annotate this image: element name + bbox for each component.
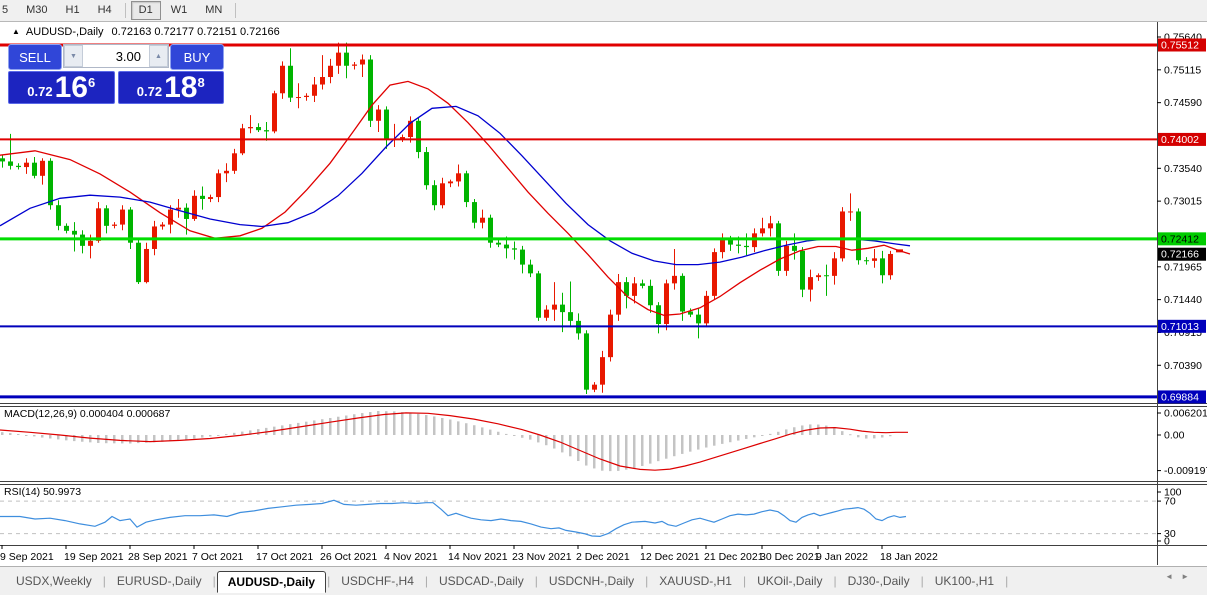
price-badge-0.69884: 0.69884 xyxy=(1158,390,1206,404)
tab-separator: | xyxy=(424,574,429,588)
chart-window: MACD(12,26,9) 0.000404 0.000687 RSI(14) 5… xyxy=(0,22,1207,566)
sell-price-big: 16 xyxy=(54,71,88,104)
svg-text:0.74590: 0.74590 xyxy=(1164,97,1202,109)
svg-text:18 Jan 2022: 18 Jan 2022 xyxy=(880,551,938,563)
collapse-triangle-icon[interactable]: ▲ xyxy=(12,27,20,36)
svg-text:0.71440: 0.71440 xyxy=(1164,294,1202,306)
svg-text:RSI(14) 50.9973: RSI(14) 50.9973 xyxy=(4,486,81,498)
svg-text:17 Oct 2021: 17 Oct 2021 xyxy=(256,551,313,563)
symbol-tab-bar: USDX,Weekly | EURUSD-,Daily | AUDUSD-,Daily |… xyxy=(0,566,1207,595)
svg-text:2 Dec 2021: 2 Dec 2021 xyxy=(576,551,630,563)
svg-text:0.74002: 0.74002 xyxy=(1161,134,1199,146)
volume-decrease-button[interactable]: ▼ xyxy=(64,45,83,67)
tab-eurusd-daily[interactable]: EURUSD-,Daily xyxy=(107,571,212,591)
svg-text:30 Dec 2021: 30 Dec 2021 xyxy=(760,551,820,563)
buy-price-big: 18 xyxy=(164,71,198,104)
svg-text:0.69884: 0.69884 xyxy=(1161,391,1199,403)
svg-text:0.71965: 0.71965 xyxy=(1164,261,1202,273)
tab-uk100-h1[interactable]: UK100-,H1 xyxy=(925,571,1004,591)
tab-separator: | xyxy=(920,574,924,588)
svg-text:0.72412: 0.72412 xyxy=(1161,233,1199,245)
one-click-trade-panel: SELL ▼ 3.00 ▲ BUY 0.72 16 6 0.72 18 8 xyxy=(8,44,224,104)
buy-button[interactable]: BUY xyxy=(170,44,224,70)
chart-symbol-label: AUDUSD-,Daily xyxy=(25,26,104,38)
svg-text:0.73540: 0.73540 xyxy=(1164,163,1202,175)
tab-separator: | xyxy=(1005,574,1009,588)
svg-text:0.75512: 0.75512 xyxy=(1161,40,1199,52)
tab-separator: | xyxy=(212,574,216,588)
timeframe-button-d1[interactable]: D1 xyxy=(130,1,161,20)
svg-text:26 Oct 2021: 26 Oct 2021 xyxy=(320,551,377,563)
toolbar-separator xyxy=(124,3,126,18)
timeframe-button-5[interactable]: 5 xyxy=(0,1,16,20)
svg-text:MACD(12,26,9) 0.000404 0.00068: MACD(12,26,9) 0.000404 0.000687 xyxy=(4,408,171,420)
tab-scroll-right-icon[interactable]: ► xyxy=(1181,572,1197,581)
svg-text:-0.009197: -0.009197 xyxy=(1164,465,1207,477)
timeframe-toolbar: 5 M30 H1 H4 D1 W1 MN xyxy=(0,0,1207,22)
tab-separator: | xyxy=(645,574,649,588)
svg-text:23 Nov 2021: 23 Nov 2021 xyxy=(512,551,572,563)
tab-usdx-weekly[interactable]: USDX,Weekly xyxy=(6,571,102,591)
svg-text:0.006201: 0.006201 xyxy=(1164,408,1207,420)
tab-usdchf-h4[interactable]: USDCHF-,H4 xyxy=(331,571,424,591)
sell-price-pipette: 6 xyxy=(87,75,96,90)
price-badge-0.71013: 0.71013 xyxy=(1158,319,1206,333)
price-badge-0.75512: 0.75512 xyxy=(1158,38,1206,52)
svg-text:0.71013: 0.71013 xyxy=(1161,321,1199,333)
sell-price-display[interactable]: 0.72 16 6 xyxy=(8,71,115,104)
sell-price-prefix: 0.72 xyxy=(27,84,53,99)
buy-price-display[interactable]: 0.72 18 8 xyxy=(117,71,224,104)
svg-text:0.73015: 0.73015 xyxy=(1164,196,1202,208)
mt4-trading-platform: { "toolbar": { "timeframes": ["5", "M30"… xyxy=(0,0,1207,595)
timeframe-button-h1[interactable]: H1 xyxy=(58,1,88,20)
tab-separator: | xyxy=(327,574,331,588)
buy-price-prefix: 0.72 xyxy=(136,84,163,99)
tab-separator: | xyxy=(534,574,538,588)
svg-text:9 Jan 2022: 9 Jan 2022 xyxy=(816,551,868,563)
svg-text:0.75115: 0.75115 xyxy=(1164,64,1201,76)
tab-separator: | xyxy=(833,574,837,588)
price-badge-0.72166: 0.72166 xyxy=(1158,247,1206,261)
svg-text:12 Dec 2021: 12 Dec 2021 xyxy=(640,551,700,563)
svg-text:28 Sep 2021: 28 Sep 2021 xyxy=(128,551,188,563)
tab-usdcad-daily[interactable]: USDCAD-,Daily xyxy=(429,571,534,591)
svg-text:0.00: 0.00 xyxy=(1164,430,1185,442)
toolbar-separator xyxy=(235,3,237,18)
tab-separator: | xyxy=(102,574,106,588)
svg-text:7 Oct 2021: 7 Oct 2021 xyxy=(192,551,244,563)
svg-text:0.72166: 0.72166 xyxy=(1161,249,1199,261)
tab-audusd-daily[interactable]: AUDUSD-,Daily xyxy=(216,570,327,593)
buy-price-pipette: 8 xyxy=(197,75,205,90)
timeframe-button-m30[interactable]: M30 xyxy=(18,1,55,20)
timeframe-button-h4[interactable]: H4 xyxy=(90,1,120,20)
tab-scroll-left-icon[interactable]: ◄ xyxy=(1165,572,1181,581)
tab-usdcnh-daily[interactable]: USDCNH-,Daily xyxy=(539,571,644,591)
svg-text:4 Nov 2021: 4 Nov 2021 xyxy=(384,551,438,563)
chart-title: ▲ AUDUSD-,Daily 0.72163 0.72177 0.72151 0.… xyxy=(12,26,280,38)
svg-text:0.70390: 0.70390 xyxy=(1164,360,1202,372)
volume-spinner: ▼ 3.00 ▲ xyxy=(63,44,169,68)
svg-text:9 Sep 2021: 9 Sep 2021 xyxy=(0,551,54,563)
svg-text:70: 70 xyxy=(1164,496,1176,508)
tab-dj30-daily[interactable]: DJ30-,Daily xyxy=(838,571,920,591)
svg-text:14 Nov 2021: 14 Nov 2021 xyxy=(448,551,508,563)
timeframe-button-mn[interactable]: MN xyxy=(197,1,230,20)
tab-ukoil-daily[interactable]: UKOil-,Daily xyxy=(747,571,832,591)
price-badge-0.72412: 0.72412 xyxy=(1158,232,1206,246)
timeframe-button-w1[interactable]: W1 xyxy=(163,1,196,20)
chart-ohlc-values: 0.72163 0.72177 0.72151 0.72166 xyxy=(111,26,280,38)
volume-increase-button[interactable]: ▲ xyxy=(149,45,168,67)
svg-text:0: 0 xyxy=(1164,536,1170,548)
tab-xauusd-h1[interactable]: XAUUSD-,H1 xyxy=(649,571,742,591)
volume-input[interactable]: 3.00 xyxy=(83,45,149,67)
svg-text:19 Sep 2021: 19 Sep 2021 xyxy=(64,551,124,563)
svg-text:21 Dec 2021: 21 Dec 2021 xyxy=(704,551,764,563)
tab-scroll-arrows: ◄► xyxy=(1165,572,1197,581)
sell-button[interactable]: SELL xyxy=(8,44,62,70)
price-badge-0.74002: 0.74002 xyxy=(1158,132,1206,146)
tab-separator: | xyxy=(742,574,747,588)
